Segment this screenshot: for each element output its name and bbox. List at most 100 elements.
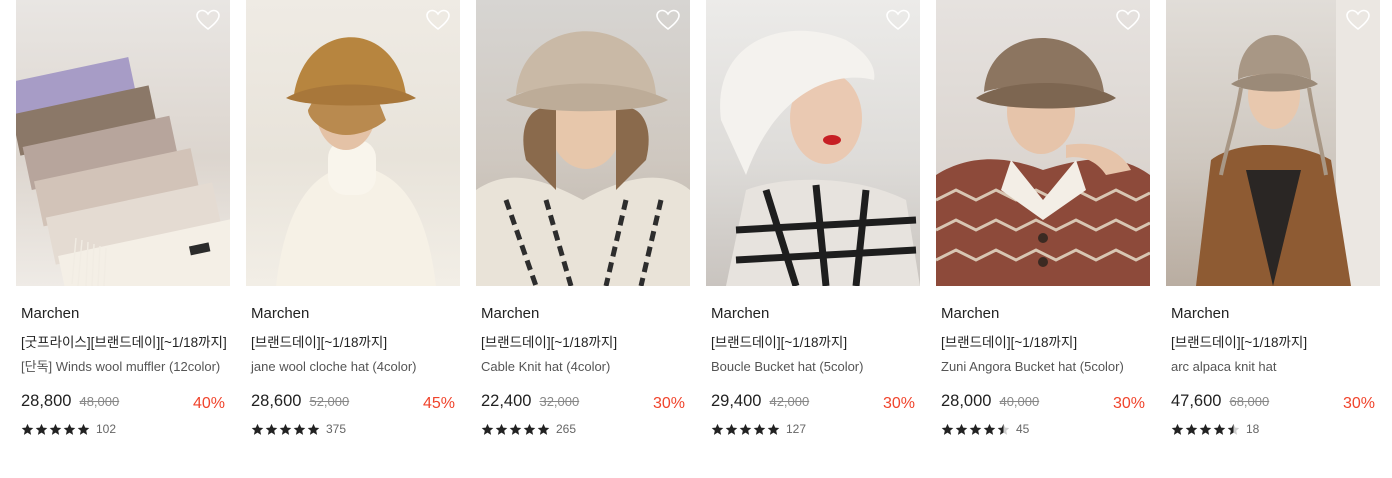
original-price: 32,000	[539, 394, 580, 409]
product-image[interactable]	[476, 0, 690, 286]
price-row: 29,400 42,000 30%	[711, 392, 915, 414]
star-icon	[523, 423, 536, 435]
star-icon	[997, 423, 1010, 435]
product-name[interactable]: arc alpaca knit hat	[1171, 358, 1376, 392]
product-image[interactable]	[1166, 0, 1380, 286]
product-name[interactable]: Boucle Bucket hat (5color)	[711, 358, 916, 392]
rating: 18	[1171, 422, 1380, 436]
price-row: 22,400 32,000 30%	[481, 392, 685, 414]
star-icon	[251, 423, 264, 435]
brand-name[interactable]: Marchen	[21, 304, 230, 324]
rating: 375	[251, 422, 460, 436]
wishlist-heart-icon[interactable]	[886, 9, 910, 31]
product-card[interactable]: Marchen [굿프라이스][브랜드데이][~1/18까지] [단독] Win…	[16, 0, 230, 436]
price-row: 28,000 40,000 30%	[941, 392, 1145, 414]
review-count: 18	[1246, 422, 1260, 436]
discount-rate: 30%	[1342, 395, 1375, 412]
star-icon	[481, 423, 494, 435]
rating: 265	[481, 422, 690, 436]
brand-name[interactable]: Marchen	[251, 304, 460, 324]
star-icon	[537, 423, 550, 435]
original-price: 42,000	[769, 394, 810, 409]
product-card[interactable]: Marchen [브랜드데이][~1/18까지] Cable Knit hat …	[476, 0, 690, 436]
brand-name[interactable]: Marchen	[711, 304, 920, 324]
product-card[interactable]: Marchen [브랜드데이][~1/18까지] arc alpaca knit…	[1166, 0, 1380, 436]
sale-price: 22,400	[481, 392, 532, 410]
original-price: 52,000	[309, 394, 350, 409]
star-icon	[265, 423, 278, 435]
star-icon	[725, 423, 738, 435]
star-rating	[711, 423, 780, 436]
brand-name[interactable]: Marchen	[941, 304, 1150, 324]
star-rating	[941, 423, 1010, 436]
price-row: 28,600 52,000 45%	[251, 392, 455, 414]
discount-rate: 40%	[192, 395, 225, 412]
star-icon	[77, 423, 90, 435]
product-card[interactable]: Marchen [브랜드데이][~1/18까지] jane wool cloch…	[246, 0, 460, 436]
star-icon	[21, 423, 34, 435]
review-count: 45	[1016, 422, 1030, 436]
star-icon	[941, 423, 954, 435]
star-icon	[495, 423, 508, 435]
product-image[interactable]	[936, 0, 1150, 286]
star-icon	[1213, 423, 1226, 435]
star-icon	[711, 423, 724, 435]
promo-tag[interactable]: [브랜드데이][~1/18까지]	[251, 333, 457, 352]
star-icon	[739, 423, 752, 435]
product-grid: Marchen [굿프라이스][브랜드데이][~1/18까지] [단독] Win…	[16, 0, 1380, 436]
star-icon	[1227, 423, 1240, 435]
star-rating	[21, 423, 90, 436]
discount-rate: 45%	[422, 395, 455, 412]
discount-rate: 30%	[882, 395, 915, 412]
star-rating	[251, 423, 320, 436]
review-count: 102	[96, 422, 117, 436]
star-icon	[1199, 423, 1212, 435]
discount-rate: 30%	[1112, 395, 1145, 412]
wishlist-heart-icon[interactable]	[656, 9, 680, 31]
review-count: 375	[326, 422, 347, 436]
star-icon	[307, 423, 320, 435]
sale-price: 28,600	[251, 392, 302, 410]
product-card[interactable]: Marchen [브랜드데이][~1/18까지] Zuni Angora Buc…	[936, 0, 1150, 436]
star-icon	[1171, 423, 1184, 435]
promo-tag[interactable]: [브랜드데이][~1/18까지]	[481, 333, 687, 352]
product-name[interactable]: jane wool cloche hat (4color)	[251, 358, 456, 392]
product-name[interactable]: Cable Knit hat (4color)	[481, 358, 686, 392]
star-icon	[983, 423, 996, 435]
promo-tag[interactable]: [브랜드데이][~1/18까지]	[941, 333, 1147, 352]
review-count: 265	[556, 422, 577, 436]
star-icon	[509, 423, 522, 435]
star-icon	[49, 423, 62, 435]
brand-name[interactable]: Marchen	[481, 304, 690, 324]
star-icon	[969, 423, 982, 435]
product-image[interactable]	[16, 0, 230, 286]
star-icon	[753, 423, 766, 435]
product-image[interactable]	[706, 0, 920, 286]
sale-price: 29,400	[711, 392, 762, 410]
price-row: 47,600 68,000 30%	[1171, 392, 1375, 414]
star-icon	[279, 423, 292, 435]
product-name[interactable]: Zuni Angora Bucket hat (5color)	[941, 358, 1146, 392]
wishlist-heart-icon[interactable]	[426, 9, 450, 31]
star-icon	[767, 423, 780, 435]
wishlist-heart-icon[interactable]	[1346, 9, 1370, 31]
original-price: 48,000	[79, 394, 120, 409]
star-rating	[481, 423, 550, 436]
star-icon	[1185, 423, 1198, 435]
star-icon	[63, 423, 76, 435]
promo-tag[interactable]: [브랜드데이][~1/18까지]	[1171, 333, 1377, 352]
star-icon	[35, 423, 48, 435]
promo-tag[interactable]: [굿프라이스][브랜드데이][~1/18까지]	[21, 333, 227, 352]
original-price: 68,000	[1229, 394, 1270, 409]
brand-name[interactable]: Marchen	[1171, 304, 1380, 324]
product-card[interactable]: Marchen [브랜드데이][~1/18까지] Boucle Bucket h…	[706, 0, 920, 436]
promo-tag[interactable]: [브랜드데이][~1/18까지]	[711, 333, 917, 352]
price-row: 28,800 48,000 40%	[21, 392, 225, 414]
product-image[interactable]	[246, 0, 460, 286]
star-icon	[955, 423, 968, 435]
original-price: 40,000	[999, 394, 1040, 409]
wishlist-heart-icon[interactable]	[196, 9, 220, 31]
product-name[interactable]: [단독] Winds wool muffler (12color)	[21, 358, 226, 392]
wishlist-heart-icon[interactable]	[1116, 9, 1140, 31]
rating: 127	[711, 422, 920, 436]
